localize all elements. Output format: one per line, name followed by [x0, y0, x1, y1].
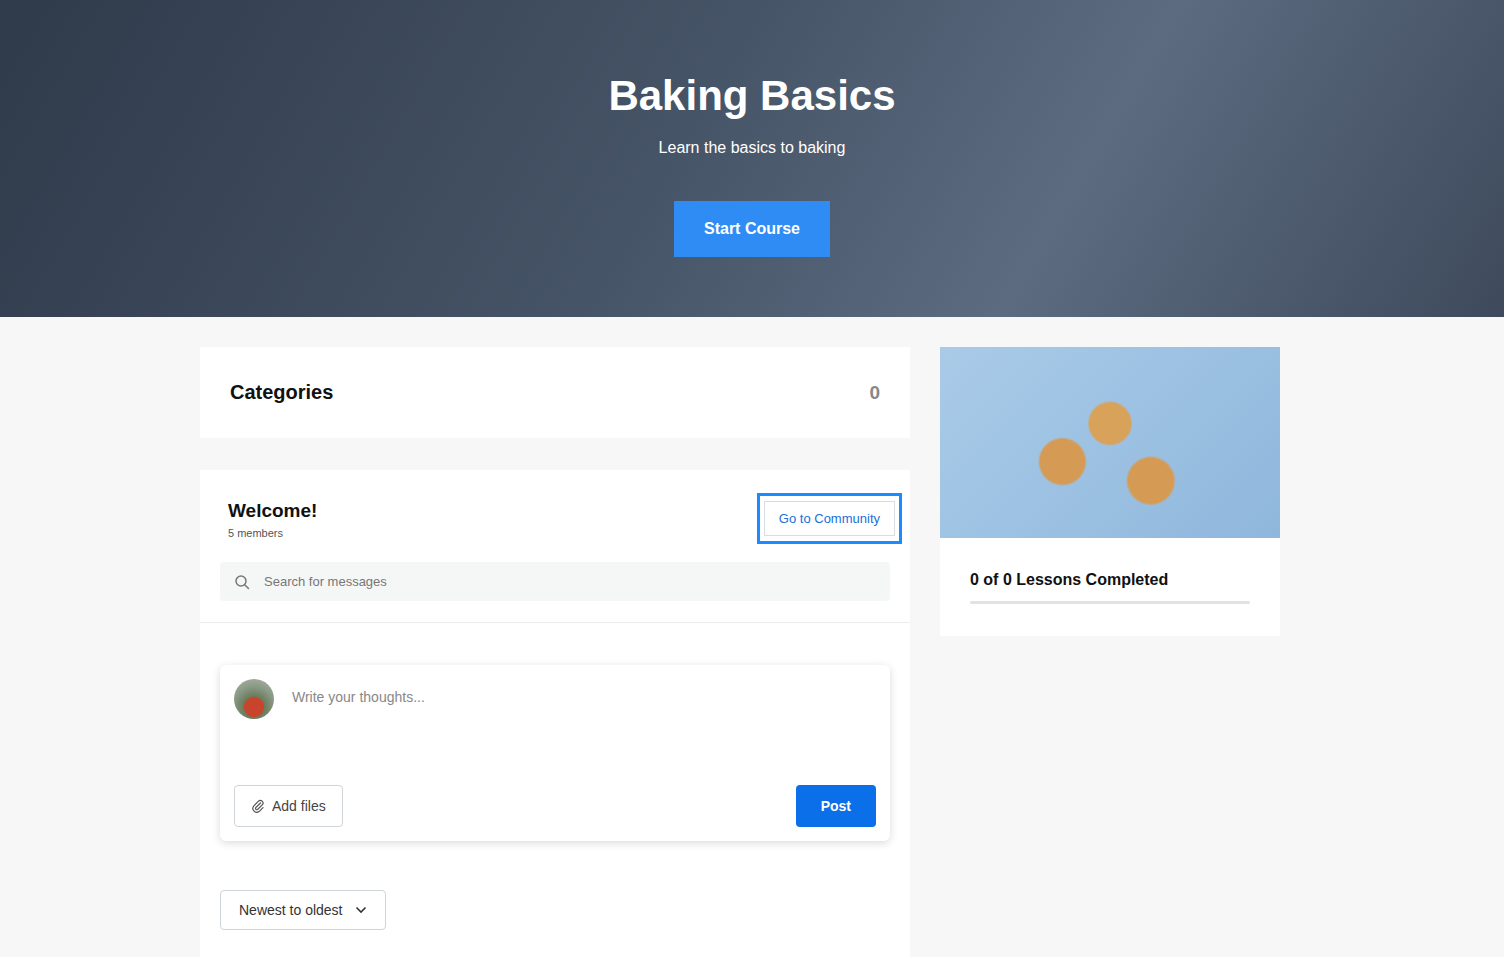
progress-track	[970, 601, 1250, 604]
course-image	[940, 347, 1280, 538]
progress-card: 0 of 0 Lessons Completed	[940, 347, 1280, 636]
categories-count: 0	[869, 382, 880, 404]
go-to-community-button[interactable]: Go to Community	[757, 493, 902, 544]
user-avatar	[234, 679, 274, 719]
sort-dropdown[interactable]: Newest to oldest	[220, 890, 386, 930]
sort-value: Newest to oldest	[239, 902, 343, 918]
post-composer: Add files Post	[220, 665, 890, 841]
member-count: 5 members	[228, 527, 317, 539]
community-card: Welcome! 5 members Go to Community	[200, 470, 910, 957]
search-icon	[234, 574, 250, 590]
post-input[interactable]	[290, 687, 876, 751]
start-course-button[interactable]: Start Course	[674, 201, 830, 257]
go-to-community-label: Go to Community	[764, 501, 895, 536]
course-subtitle: Learn the basics to baking	[659, 138, 846, 158]
course-title: Baking Basics	[608, 70, 895, 122]
add-files-button[interactable]: Add files	[234, 785, 343, 827]
search-input[interactable]	[262, 573, 876, 590]
post-button[interactable]: Post	[796, 785, 876, 827]
categories-title: Categories	[230, 381, 333, 404]
lessons-completed: 0 of 0 Lessons Completed	[970, 570, 1250, 590]
add-files-label: Add files	[272, 798, 326, 814]
course-hero: Baking Basics Learn the basics to baking…	[0, 0, 1504, 317]
chevron-down-icon	[355, 906, 367, 914]
categories-card: Categories 0	[200, 347, 910, 438]
community-title: Welcome!	[228, 499, 317, 523]
paperclip-icon	[251, 799, 265, 813]
message-search	[220, 562, 890, 601]
